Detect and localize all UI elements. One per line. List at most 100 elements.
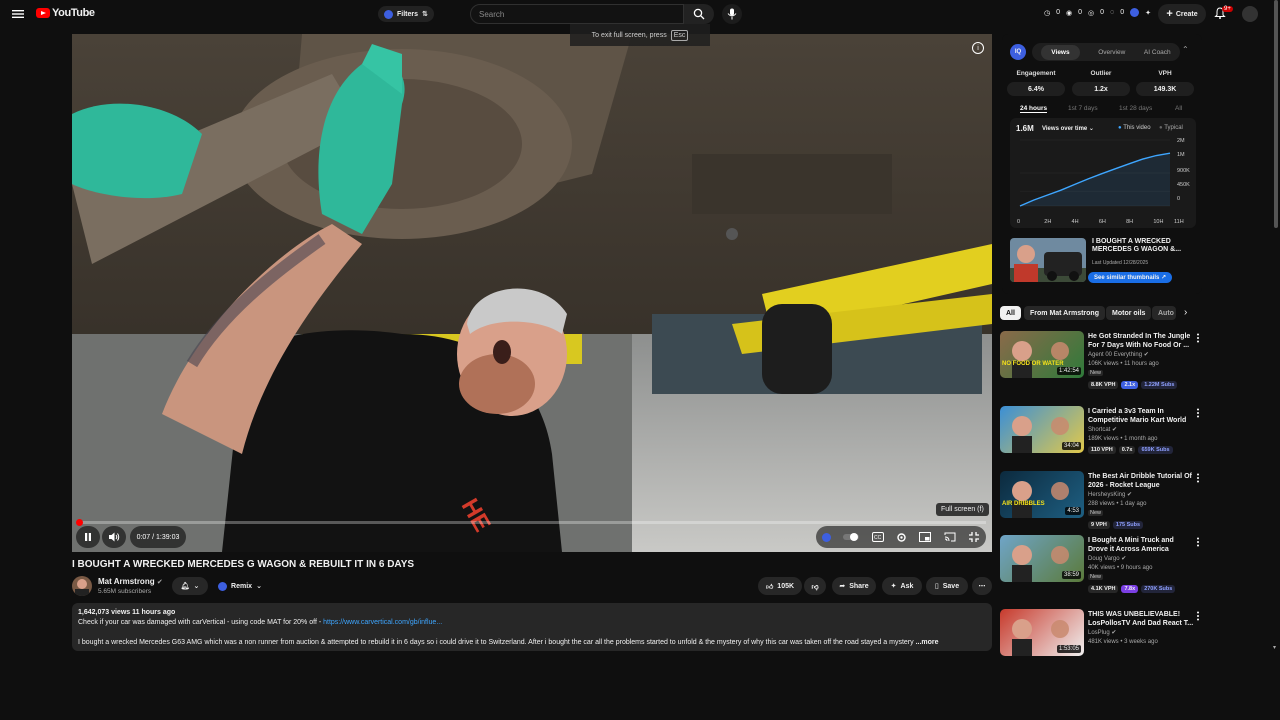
range-tab-24h[interactable]: 24 hours [1020, 105, 1048, 113]
rec-meta: 481K views • 3 weeks ago [1088, 639, 1158, 645]
show-more-button[interactable]: ...more [916, 639, 939, 646]
pause-button[interactable] [76, 526, 100, 548]
collapse-chevron-icon[interactable]: ⌃ [1182, 45, 1189, 54]
rec-duration: 38:59 [1061, 571, 1081, 579]
vidiq-player-icon[interactable] [822, 532, 832, 542]
info-icon[interactable]: i [972, 42, 984, 54]
sponsor-link[interactable]: https://www.carvertical.com/gb/influe... [323, 619, 442, 626]
filters-button[interactable]: Filters ⇅ [378, 6, 434, 22]
rec-channel[interactable]: LosPlug ✔ [1088, 629, 1116, 636]
vidiq-icon[interactable] [1130, 8, 1140, 17]
recommendation-item[interactable]: 34:04 I Carried a 3v3 Team In Competitive… [1000, 406, 1204, 466]
volume-icon [109, 532, 120, 542]
rec-channel[interactable]: Doug Vargo ✔ [1088, 555, 1126, 562]
search-button[interactable] [684, 4, 714, 24]
rec-title[interactable]: He Got Stranded In The Jungle For 7 Days… [1088, 332, 1194, 350]
rec-duration: 1:53:05 [1056, 645, 1081, 653]
recommendation-item[interactable]: NO FOOD OR WATER 1:42:54 He Got Stranded I… [1000, 331, 1204, 391]
rec-channel[interactable]: Shortcat ✔ [1088, 426, 1117, 433]
dislike-button[interactable]: 👎︎ [804, 577, 826, 595]
create-button[interactable]: + Create [1158, 4, 1206, 24]
tab-overview[interactable]: Overview [1098, 49, 1125, 56]
volume-button[interactable] [102, 526, 126, 548]
rec-stats: 8.8K VPH 2.1x 1.22M Subs [1088, 381, 1178, 389]
rec-channel[interactable]: HersheysKing ✔ [1088, 491, 1132, 498]
progress-bar[interactable] [78, 521, 986, 524]
chevron-right-icon[interactable]: › [1184, 307, 1187, 318]
subscriber-count: 5.65M subscribers [98, 588, 152, 595]
scroll-down-icon[interactable]: ▾ [1273, 644, 1276, 651]
progress-scrubber[interactable] [76, 519, 83, 526]
video-player[interactable]: HE i Full screen (f) 0:07 / 1:39:03 CC [72, 34, 992, 552]
tab-views[interactable]: Views [1041, 44, 1080, 60]
metric-value-vph: 149.3K [1136, 82, 1194, 96]
recommendation-item[interactable]: 1:53:05 THIS WAS UNBELIEVABLE! LosPollosT… [1000, 609, 1204, 669]
share-icon: ➦ [839, 583, 846, 590]
recommendation-item[interactable]: 38:59 I Bought A Mini Truck and Drove it … [1000, 535, 1204, 595]
more-actions-button[interactable]: ⋯ [972, 577, 992, 595]
search-input[interactable]: Search [470, 4, 684, 24]
description-box[interactable]: 1,642,073 views 11 hours ago Check if yo… [72, 603, 992, 651]
rec-meta: 189K views • 1 month ago [1088, 436, 1158, 442]
range-tab-28d[interactable]: 1st 28 days [1119, 105, 1152, 112]
autoplay-toggle-icon[interactable] [843, 533, 860, 541]
see-similar-thumbnails-button[interactable]: See similar thumbnails ↗ [1088, 272, 1173, 283]
chart-mode-select[interactable]: Views over time ⌄ [1042, 125, 1094, 132]
remix-button[interactable]: Remix ⌄ [212, 577, 268, 595]
chip-motor-oils[interactable]: Motor oils [1106, 306, 1152, 320]
rec-thumbnail[interactable]: AIR DRIBBLES 4:53 [1000, 471, 1084, 518]
rec-title[interactable]: I Bought A Mini Truck and Drove it Acros… [1088, 536, 1194, 554]
tab-ai-coach[interactable]: AI Coach [1144, 49, 1171, 56]
youtube-logo[interactable]: YouTube [36, 7, 95, 19]
channel-avatar[interactable] [72, 576, 92, 596]
rec-title[interactable]: I Carried a 3v3 Team In Competitive Mari… [1088, 407, 1194, 425]
voice-search-button[interactable] [722, 4, 742, 24]
cast-icon[interactable] [944, 532, 956, 542]
rec-thumbnail[interactable]: 1:53:05 [1000, 609, 1084, 656]
rec-title[interactable]: The Best Air Dribble Tutorial Of 2026 - … [1088, 472, 1194, 490]
chat-icon: ◌ [1110, 9, 1115, 16]
channel-name[interactable]: Mat Armstrong ✔ [98, 577, 163, 586]
thumbnail-title: I BOUGHT A WRECKED MERCEDES G WAGON &... [1092, 238, 1182, 253]
subscribe-notification-button[interactable]: 🔔︎ ⌄ [172, 577, 208, 595]
chart-y-tick: 900K [1177, 168, 1190, 174]
range-tab-7d[interactable]: 1st 7 days [1068, 105, 1098, 112]
page-scrollbar[interactable]: ▾ [1272, 0, 1280, 660]
chip-all[interactable]: All [1000, 306, 1021, 320]
captions-icon[interactable]: CC [871, 532, 884, 542]
video-title: I BOUGHT A WRECKED MERCEDES G WAGON & RE… [72, 559, 415, 570]
save-button[interactable]: ▯ Save [926, 577, 968, 595]
rec-duration: 34:04 [1061, 442, 1081, 450]
rec-thumbnail[interactable]: NO FOOD OR WATER 1:42:54 [1000, 331, 1084, 378]
rec-outlier: 0.7x [1118, 446, 1136, 454]
exit-fullscreen-icon[interactable] [968, 531, 980, 543]
more-vertical-icon[interactable] [1196, 473, 1200, 483]
svg-text:CC: CC [874, 535, 882, 541]
chip-from-channel[interactable]: From Mat Armstrong [1024, 306, 1105, 320]
scrollbar-thumb[interactable] [1274, 0, 1278, 228]
rec-channel[interactable]: Agent 00 Everything ✔ [1088, 351, 1149, 358]
more-vertical-icon[interactable] [1196, 537, 1200, 547]
rec-title[interactable]: THIS WAS UNBELIEVABLE! LosPollosTV And D… [1088, 610, 1194, 628]
settings-gear-icon[interactable] [896, 532, 907, 543]
bookmark-icon: ▯ [934, 583, 939, 590]
more-vertical-icon[interactable] [1196, 333, 1200, 343]
sparkle-icon[interactable]: ✦ [1145, 9, 1151, 17]
verified-icon: ✔ [1143, 352, 1149, 358]
video-thumbnail[interactable] [1010, 238, 1086, 282]
menu-icon[interactable] [12, 8, 24, 20]
miniplayer-icon[interactable] [919, 532, 932, 542]
chart-y-tick: 2M [1177, 138, 1185, 144]
ask-button[interactable]: ✦ Ask [882, 577, 922, 595]
rec-thumbnail[interactable]: 38:59 [1000, 535, 1084, 582]
share-button[interactable]: ➦ Share [832, 577, 876, 595]
more-vertical-icon[interactable] [1196, 408, 1200, 418]
like-button[interactable]: 👍︎ 105K [758, 577, 802, 595]
more-vertical-icon[interactable] [1196, 611, 1200, 621]
account-avatar[interactable] [1242, 6, 1258, 22]
chart-x-tick: 11H [1174, 219, 1184, 225]
chip-auto[interactable]: Auto [1152, 306, 1176, 320]
rec-thumbnail[interactable]: 34:04 [1000, 406, 1084, 453]
range-tab-all[interactable]: All [1175, 105, 1182, 112]
recommendation-item[interactable]: AIR DRIBBLES 4:53 The Best Air Dribble Tut… [1000, 471, 1204, 531]
